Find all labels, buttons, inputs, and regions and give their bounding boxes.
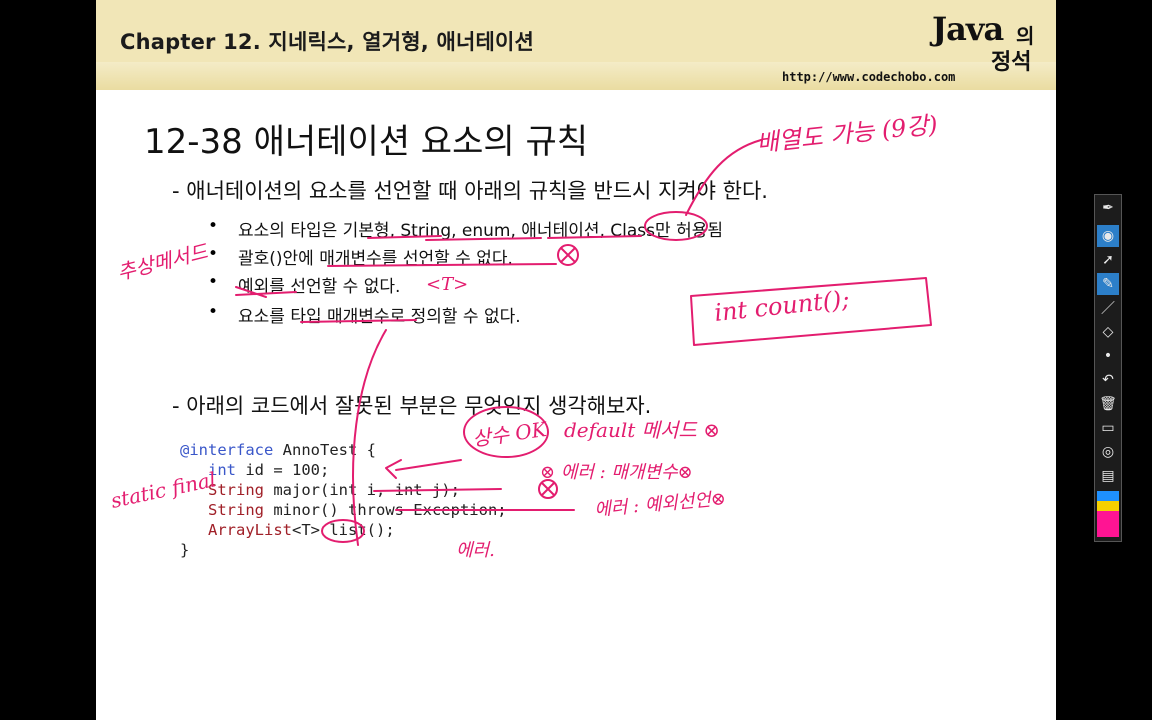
camera-icon[interactable]: ◎ [1097,441,1119,463]
cross-param [541,482,555,496]
pointer-icon[interactable]: ➚ [1097,249,1119,271]
bullet-marker: • [208,302,219,322]
cross-mark [560,247,576,263]
java-logo-text: Java [932,10,1004,48]
eraser-icon[interactable]: ◇ [1097,321,1119,343]
bullet-marker: • [208,272,219,292]
undo-icon[interactable]: ↶ [1097,369,1119,391]
slide: Chapter 12. 지네릭스, 열거형, 애너테이션 Java 의 정석 h… [96,0,1056,720]
color-swatch-yellow[interactable] [1097,501,1119,511]
dot-icon[interactable]: • [1097,345,1119,367]
code-line: int id = 100; [208,461,330,479]
annotation-type-param: <T> [426,274,469,295]
code-line: String minor() throws Exception; [208,501,507,519]
bullet-item: 괄호()안에 매개변수를 선언할 수 없다. [238,249,513,269]
annotation-error: 에러. [456,540,495,561]
annotation-array: 배열도 가능 (9강) [755,110,939,158]
bullet-item: 예외를 선언할 수 없다. [238,277,401,297]
bullet-item: 요소의 타입은 기본형, String, enum, 애너테이션, Class만… [238,221,723,241]
eye-icon[interactable]: ◉ [1097,225,1119,247]
annotation-error-exception: 에러 : 예외선언⊗ [593,488,727,521]
rules-intro: - 애너테이션의 요소를 선언할 때 아래의 규칙을 반드시 지켜야 한다. [172,179,768,203]
logo-jeongseok: 정석 [991,50,1032,75]
annotation-default-method: default 메서드 ⊗ [564,418,720,442]
screen-icon[interactable]: ▭ [1097,417,1119,439]
chapter-title: Chapter 12. 지네릭스, 열거형, 애너테이션 [120,30,535,54]
color-swatch-blue[interactable] [1097,491,1119,501]
pen-icon[interactable]: ／ [1097,297,1119,319]
trash-icon[interactable]: 🗑 [1097,393,1119,415]
clipboard-icon[interactable]: ▤ [1097,465,1119,487]
site-url: http://www.codechobo.com [782,70,956,84]
bullet-marker: • [208,216,219,236]
pen-toolbar: ✒ ◉ ➚ ✎ ／ ◇ • ↶ 🗑 ▭ ◎ ▤ [1094,194,1122,542]
bullet-item: 요소를 타입 매개변수로 정의할 수 없다. [238,307,521,327]
code-line: String major(int i, int j); [208,481,460,499]
cross-circle [557,244,579,266]
pen-nib-icon[interactable]: ✒ [1097,197,1119,219]
color-swatch-pink[interactable] [1097,511,1119,537]
slide-title: 12-38 애너테이션 요소의 규칙 [144,122,589,162]
annotation-box-code: int count(); [712,284,851,328]
code-line: @interface AnnoTest { [180,441,376,459]
annotation-error-param: ⊗ 에러 : 매개변수⊗ [540,462,693,483]
highlighter-icon[interactable]: ✎ [1097,273,1119,295]
annotation-abstract-method: 추상메서드 [114,239,210,285]
